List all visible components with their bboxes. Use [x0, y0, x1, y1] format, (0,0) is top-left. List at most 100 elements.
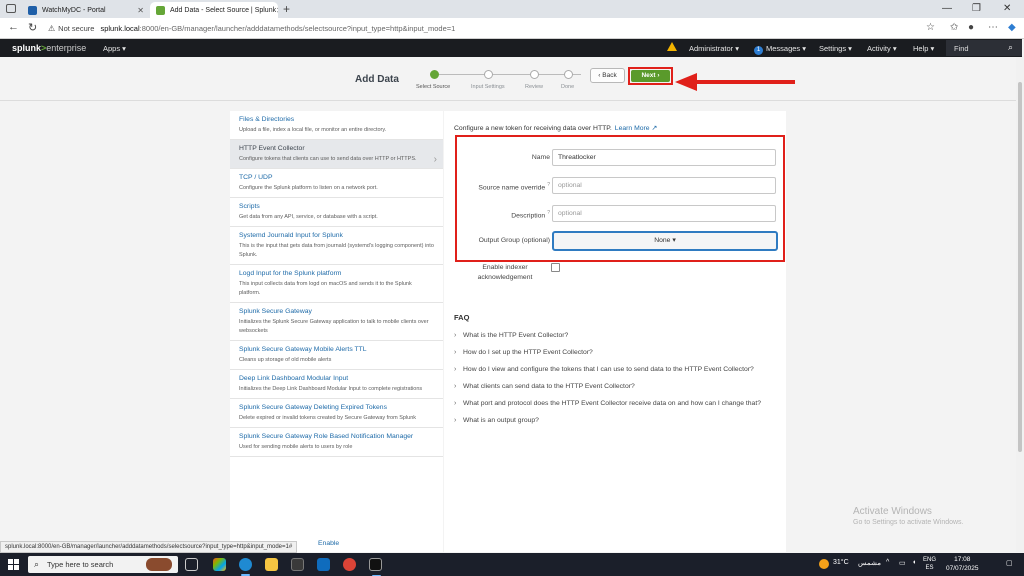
- page-title: Add Data: [355, 74, 399, 85]
- edge-browser-icon[interactable]: [239, 558, 252, 576]
- splunk-logo[interactable]: splunk>enterprise: [12, 43, 86, 53]
- faq-title: FAQ: [454, 313, 470, 322]
- browser-tab-splunk[interactable]: Add Data - Select Source | Splunk ✕: [150, 2, 278, 18]
- profile-avatar-icon[interactable]: ●: [968, 22, 974, 33]
- windows-start-icon[interactable]: [8, 559, 19, 570]
- list-item-selected[interactable]: HTTP Event Collector Configure tokens th…: [230, 140, 443, 169]
- messages-menu[interactable]: 1 Messages ▾: [754, 44, 806, 55]
- output-group-dropdown[interactable]: None ▾: [552, 231, 778, 251]
- list-item[interactable]: Systemd Journald Input for Splunk This i…: [230, 227, 443, 265]
- faq-item[interactable]: › What port and protocol does the HTTP Ev…: [454, 398, 774, 409]
- indexer-ack-checkbox[interactable]: [551, 263, 560, 272]
- url-field[interactable]: ⚠ Not secure splunk.local :8000/en-GB/ma…: [48, 21, 938, 36]
- weather-temp[interactable]: 31°C: [833, 559, 849, 566]
- reload-icon[interactable]: ↻: [28, 21, 37, 34]
- form-highlight-box: Name Source name override? Description? …: [455, 135, 785, 262]
- source-title: Deep Link Dashboard Modular Input: [239, 375, 349, 382]
- language-indicator[interactable]: ENG ES: [923, 556, 936, 572]
- description-field[interactable]: [552, 205, 776, 222]
- list-item[interactable]: Splunk Secure Gateway Initializes the Sp…: [230, 303, 443, 341]
- watermark-line-1: Activate Windows: [853, 506, 932, 517]
- volume-icon[interactable]: ◖: [912, 559, 916, 566]
- weather-desc[interactable]: مشمس: [858, 559, 881, 567]
- search-icon[interactable]: ⌕: [1008, 42, 1013, 53]
- more-menu-icon[interactable]: ⋯: [988, 22, 998, 33]
- list-item[interactable]: TCP / UDP Configure the Splunk platform …: [230, 169, 443, 198]
- indexer-ack-label: Enable indexer acknowledgement: [477, 264, 533, 281]
- add-data-wizard-header: Add Data Select Source Input Settings Re…: [0, 57, 1022, 101]
- find-search-box[interactable]: Find ⌕: [946, 40, 1022, 56]
- list-item[interactable]: Files & Directories Upload a file, index…: [230, 111, 443, 140]
- list-item[interactable]: Logd Input for the Splunk platform This …: [230, 265, 443, 303]
- chrome-icon[interactable]: [343, 558, 356, 571]
- faq-item[interactable]: › What clients can send data to the HTTP …: [454, 381, 774, 392]
- clock[interactable]: 17:08 07/07/2025: [946, 555, 979, 573]
- source-title: Logd Input for the Splunk platform: [239, 270, 342, 277]
- activity-menu[interactable]: Activity ▾: [867, 44, 897, 53]
- chevron-right-icon: ›: [454, 383, 457, 390]
- warning-icon: ⚠: [48, 24, 56, 33]
- list-item[interactable]: Splunk Secure Gateway Deleting Expired T…: [230, 399, 443, 428]
- faq-item-text: How do I set up the HTTP Event Collector…: [463, 349, 593, 356]
- faq-item[interactable]: › How do I view and configure the tokens …: [454, 364, 774, 375]
- help-menu[interactable]: Help ▾: [913, 44, 934, 53]
- show-hidden-icons[interactable]: ^: [886, 559, 889, 566]
- scrollbar-thumb[interactable]: [1018, 82, 1022, 452]
- faq-item-text: How do I view and configure the tokens t…: [463, 366, 754, 373]
- source-desc: Configure the Splunk platform to listen …: [239, 185, 378, 191]
- help-icon[interactable]: ?: [547, 182, 550, 188]
- chevron-right-icon: ›: [454, 366, 457, 373]
- step-label-review: Review: [525, 84, 544, 90]
- source-title: Systemd Journald Input for Splunk: [239, 232, 343, 239]
- administrator-menu[interactable]: Administrator ▾: [689, 44, 739, 53]
- new-tab-icon[interactable]: +: [283, 2, 290, 16]
- task-view-icon[interactable]: [185, 558, 198, 571]
- settings-menu[interactable]: Settings ▾: [819, 44, 852, 53]
- next-button[interactable]: Next ›: [631, 70, 670, 82]
- maximize-icon[interactable]: ❐: [972, 3, 981, 14]
- favorites-icon[interactable]: ✩: [950, 22, 958, 33]
- watchmydc-favicon-icon: [28, 5, 37, 15]
- faq-item-text: What port and protocol does the HTTP Eve…: [463, 400, 761, 407]
- source-title: Files & Directories: [239, 116, 295, 123]
- copilot-icon[interactable]: ◆: [1008, 22, 1016, 33]
- faq-item[interactable]: › What is the HTTP Event Collector?: [454, 330, 774, 341]
- copilot-app-icon[interactable]: [213, 558, 226, 571]
- page-scrollbar[interactable]: [1016, 57, 1024, 552]
- close-window-icon[interactable]: ✕: [1003, 3, 1011, 14]
- source-desc: This input collects data from logd on ma…: [239, 281, 412, 296]
- store-icon[interactable]: [291, 558, 304, 571]
- weather-sun-icon[interactable]: [819, 559, 829, 569]
- file-explorer-icon[interactable]: [265, 558, 278, 571]
- minimize-icon[interactable]: —: [942, 3, 952, 14]
- partial-list-item[interactable]: Enable: [318, 540, 339, 547]
- back-button[interactable]: ‹ Back: [590, 68, 625, 83]
- not-secure-indicator[interactable]: ⚠ Not secure: [48, 24, 94, 33]
- faq-item[interactable]: › How do I set up the HTTP Event Collecto…: [454, 347, 774, 358]
- browser-tab-watchmydc[interactable]: WatchMyDC - Portal ✕: [22, 2, 150, 18]
- name-label: Name: [531, 154, 550, 161]
- outlook-icon[interactable]: [317, 558, 330, 571]
- warning-icon[interactable]: [667, 42, 677, 51]
- faq-item[interactable]: › What is an output group?: [454, 415, 774, 426]
- taskbar-search-box[interactable]: ⌕ Type here to search: [28, 556, 178, 573]
- notifications-icon[interactable]: ▢: [1006, 559, 1013, 567]
- learn-more-link[interactable]: Learn More ↗: [615, 125, 657, 132]
- name-field[interactable]: [552, 149, 776, 166]
- terminal-icon[interactable]: [369, 558, 382, 576]
- tab-actions-icon[interactable]: [6, 4, 16, 13]
- source-name-field[interactable]: [552, 177, 776, 194]
- list-item[interactable]: Splunk Secure Gateway Mobile Alerts TTL …: [230, 341, 443, 370]
- list-item[interactable]: Splunk Secure Gateway Role Based Notific…: [230, 428, 443, 457]
- favorite-star-icon[interactable]: ☆: [926, 22, 935, 33]
- help-icon[interactable]: ?: [547, 210, 550, 216]
- close-tab-icon[interactable]: ✕: [137, 6, 144, 15]
- network-icon[interactable]: ▭: [899, 559, 906, 567]
- url-path: :8000/en-GB/manager/launcher/adddatameth…: [139, 24, 456, 33]
- back-arrow-icon[interactable]: ←: [8, 21, 19, 33]
- chevron-right-icon: ›: [454, 349, 457, 356]
- close-tab-icon[interactable]: ✕: [276, 6, 278, 15]
- list-item[interactable]: Scripts Get data from any API, service, …: [230, 198, 443, 227]
- list-item[interactable]: Deep Link Dashboard Modular Input Initia…: [230, 370, 443, 399]
- apps-menu[interactable]: Apps ▾: [103, 44, 126, 53]
